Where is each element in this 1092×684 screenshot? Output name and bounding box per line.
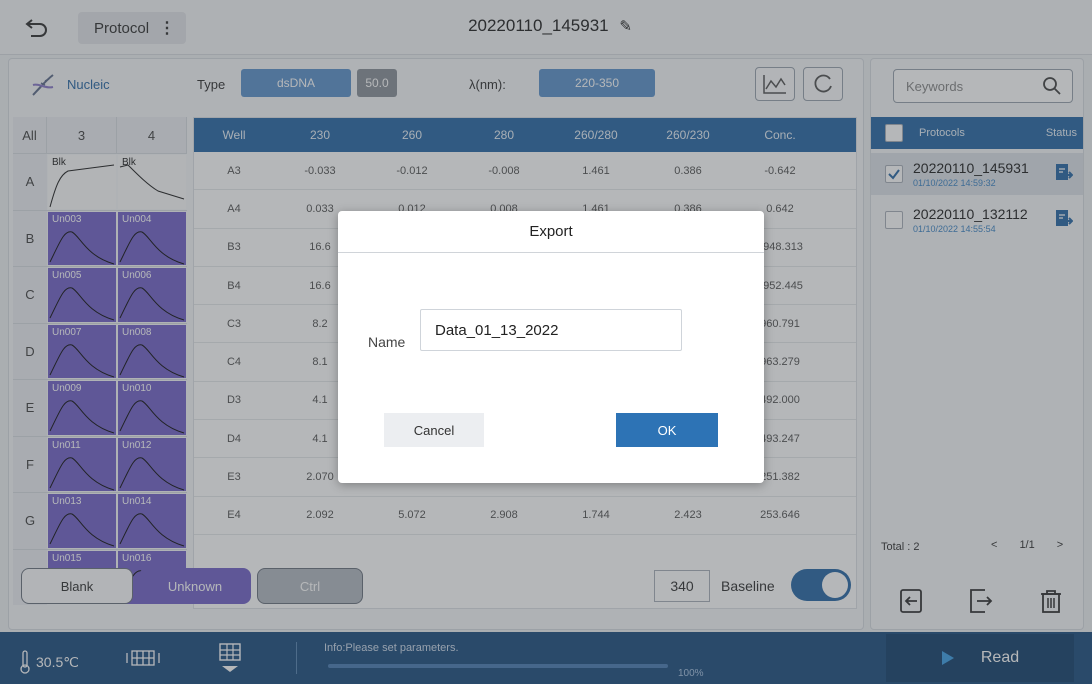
file-name-input[interactable] [420,309,682,351]
dialog-title: Export [338,211,764,253]
export-dialog: Export Name Cancel OK [338,211,764,483]
name-label: Name [368,334,406,350]
ok-button[interactable]: OK [616,413,718,447]
cancel-button[interactable]: Cancel [384,413,484,447]
